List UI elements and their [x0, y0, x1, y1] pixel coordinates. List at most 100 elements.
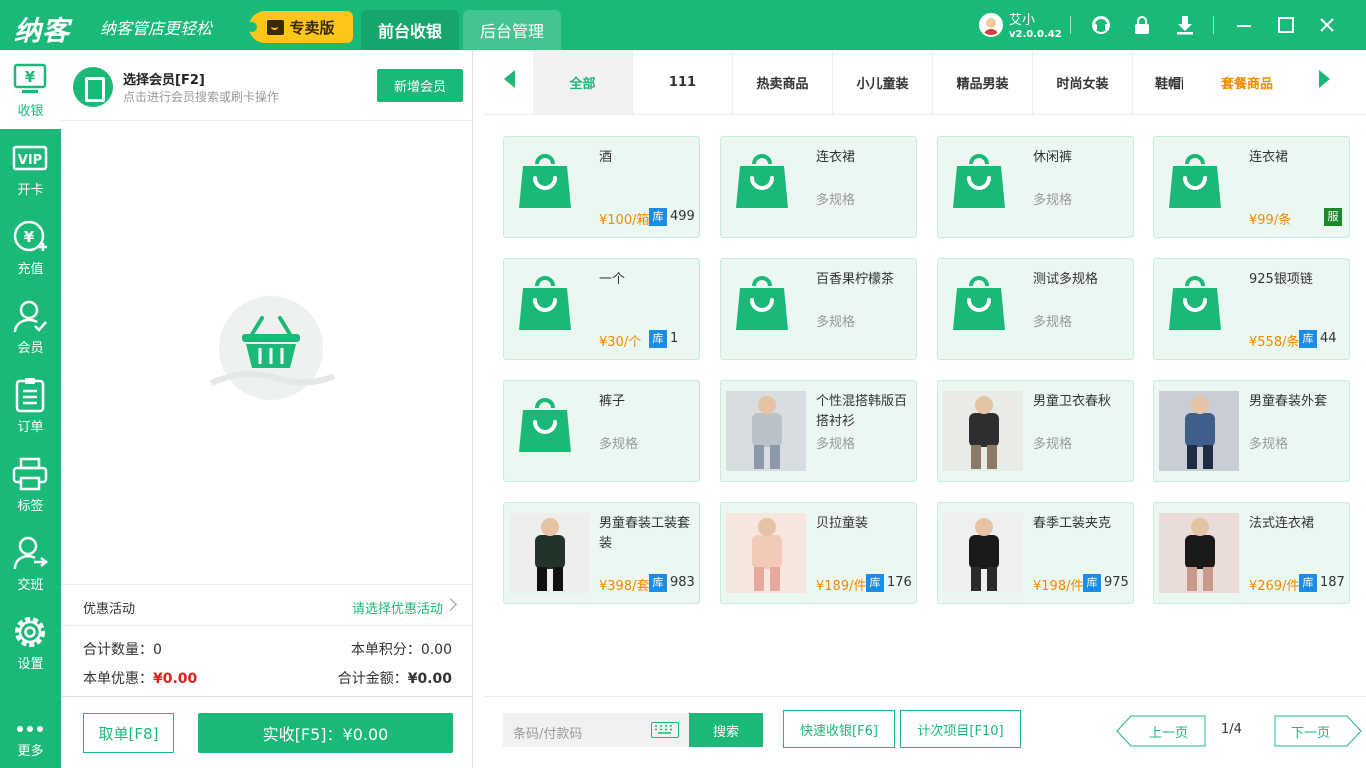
product-photo [1159, 391, 1239, 471]
product-card[interactable]: 贝拉童装 ¥189/件库 176 [720, 502, 917, 604]
tab-front-cashier[interactable]: 前台收银 [361, 10, 459, 50]
svg-text:¥: ¥ [24, 228, 35, 246]
top-bar: 纳客 纳客管店更轻松 专卖版 前台收银 后台管理 艾小 v2.0.0.42 [0, 0, 1366, 50]
promotion-label: 优惠活动 [83, 602, 136, 617]
empty-cart-icon [209, 296, 336, 400]
product-stock: 库 975 [1083, 573, 1129, 592]
prev-page-button[interactable]: 上一页 [1131, 715, 1206, 747]
category-tab[interactable]: 热卖商品 [733, 50, 833, 114]
product-photo [726, 391, 806, 471]
count-items-button[interactable]: 计次项目[F10] [900, 710, 1021, 748]
sidebar-item-more[interactable]: 更多 [0, 689, 61, 768]
promotion-row[interactable]: 优惠活动 请选择优惠活动 [61, 584, 473, 626]
maximize-icon[interactable] [1275, 14, 1297, 36]
sidebar-item-label-print[interactable]: 标签 [0, 445, 61, 524]
product-card[interactable]: 男童春装外套 多规格 [1153, 380, 1350, 482]
user-avatar[interactable] [979, 13, 1003, 37]
member-hint: 点击进行会员搜索或刷卡操作 [123, 90, 280, 104]
member-selector[interactable]: 选择会员[F2] 点击进行会员搜索或刷卡操作 新增会员 [61, 50, 473, 121]
cashier-icon: ¥ [13, 63, 47, 93]
chevron-right-icon [444, 598, 457, 611]
stock-count: 1 [670, 331, 679, 346]
minimize-icon[interactable] [1233, 14, 1255, 36]
quick-checkout-button[interactable]: 快速收银[F6] [783, 710, 895, 748]
stock-count: 975 [1104, 575, 1129, 590]
category-tab[interactable]: 鞋帽配 [1133, 50, 1183, 114]
product-spec: 多规格 [816, 437, 856, 452]
shopping-bag-icon [1167, 274, 1223, 334]
shift-icon [13, 536, 48, 570]
stock-badge: 库 [649, 573, 667, 592]
select-promotion-link[interactable]: 请选择优惠活动 [352, 598, 443, 617]
sidebar-item-shift[interactable]: 交班 [0, 524, 61, 603]
product-name: 925银项链 [1249, 272, 1313, 287]
product-name: 一个 [599, 272, 626, 287]
sidebar-item-label: 会员 [17, 341, 44, 356]
category-next-arrow-icon[interactable] [1319, 70, 1330, 88]
sidebar-item-label: 交班 [17, 578, 44, 593]
label: 本单积分： [350, 642, 421, 658]
product-card[interactable]: 925银项链 ¥558/条库 44 [1153, 258, 1350, 360]
keyboard-icon[interactable] [651, 722, 679, 738]
product-name: 裤子 [599, 394, 626, 409]
product-stock: 库 44 [1299, 329, 1337, 348]
product-price: ¥99/条 [1249, 213, 1292, 228]
close-icon[interactable] [1316, 14, 1338, 36]
product-price: ¥198/件 [1033, 579, 1084, 594]
member-title[interactable]: 选择会员[F2] [123, 69, 205, 88]
product-card[interactable]: 连衣裙 ¥99/条 服 [1153, 136, 1350, 238]
lock-icon[interactable] [1131, 14, 1153, 36]
category-tab[interactable]: 套餐商品 [1199, 50, 1299, 114]
shopping-bag-icon [517, 396, 573, 456]
product-card[interactable]: 法式连衣裙 ¥269/件库 187 [1153, 502, 1350, 604]
value: ¥0.00 [407, 671, 452, 687]
edition-label: 专卖版 [289, 18, 335, 37]
user-name[interactable]: 艾小 [1009, 9, 1035, 28]
tab-back-office[interactable]: 后台管理 [463, 10, 561, 50]
product-card[interactable]: 百香果柠檬茶 多规格 [720, 258, 917, 360]
sidebar-item-cashier[interactable]: ¥ 收银 [0, 50, 61, 129]
category-prev-arrow-icon[interactable] [504, 70, 515, 88]
download-icon[interactable] [1174, 14, 1196, 36]
sidebar-item-open-card[interactable]: VIP 开卡 [0, 129, 61, 208]
product-stock: 库 499 [649, 207, 695, 226]
sidebar-item-member[interactable]: 会员 [0, 287, 61, 366]
product-name: 贝拉童装 [816, 516, 869, 531]
product-card[interactable]: 男童春装工装套装 ¥398/套库 983 [503, 502, 700, 604]
shopping-bag-icon [951, 274, 1007, 334]
left-sidebar: ¥ 收银 VIP 开卡 ¥ 充值 会员 订单 标签 交班 设置 更多 [0, 50, 61, 768]
product-card[interactable]: 酒 ¥100/箱库 499 [503, 136, 700, 238]
product-card[interactable]: 男童卫衣春秋 多规格 [937, 380, 1134, 482]
product-card[interactable]: 连衣裙 多规格 [720, 136, 917, 238]
search-button[interactable]: 搜索 [689, 713, 763, 747]
sidebar-item-label: 标签 [17, 499, 44, 514]
category-tab[interactable]: 111 [633, 50, 733, 114]
product-card[interactable]: 春季工装夹克 ¥198/件库 975 [937, 502, 1134, 604]
product-card[interactable]: 个性混搭韩版百搭衬衫 多规格 [720, 380, 917, 482]
category-tab[interactable]: 精品男装 [933, 50, 1033, 114]
sidebar-item-settings[interactable]: 设置 [0, 603, 61, 682]
product-name: 酒 [599, 150, 613, 165]
shopping-bag-icon [734, 274, 790, 334]
sidebar-item-recharge[interactable]: ¥ 充值 [0, 208, 61, 287]
checkout-button[interactable]: 实收[F5]：¥0.00 [198, 713, 453, 753]
printer-icon [12, 457, 48, 491]
stock-count: 187 [1320, 575, 1345, 590]
sidebar-item-order[interactable]: 订单 [0, 366, 61, 445]
category-tab[interactable]: 时尚女装 [1033, 50, 1133, 114]
support-icon[interactable] [1090, 14, 1112, 36]
svg-text:VIP: VIP [18, 153, 42, 168]
retrieve-order-button[interactable]: 取单[F8] [83, 713, 174, 753]
product-card[interactable]: 休闲裤 多规格 [937, 136, 1134, 238]
next-page-button[interactable]: 下一页 [1274, 715, 1347, 747]
member-card-icon [73, 67, 113, 107]
product-card[interactable]: 测试多规格 多规格 [937, 258, 1134, 360]
category-tab[interactable]: 全部 [533, 50, 633, 114]
recharge-icon: ¥ [13, 220, 47, 252]
add-member-button[interactable]: 新增会员 [377, 69, 463, 102]
product-stock: 库 176 [866, 573, 912, 592]
stock-count: 44 [1320, 331, 1337, 346]
product-card[interactable]: 一个 ¥30/个库 1 [503, 258, 700, 360]
category-tab[interactable]: 小儿童装 [833, 50, 933, 114]
product-card[interactable]: 裤子 多规格 [503, 380, 700, 482]
